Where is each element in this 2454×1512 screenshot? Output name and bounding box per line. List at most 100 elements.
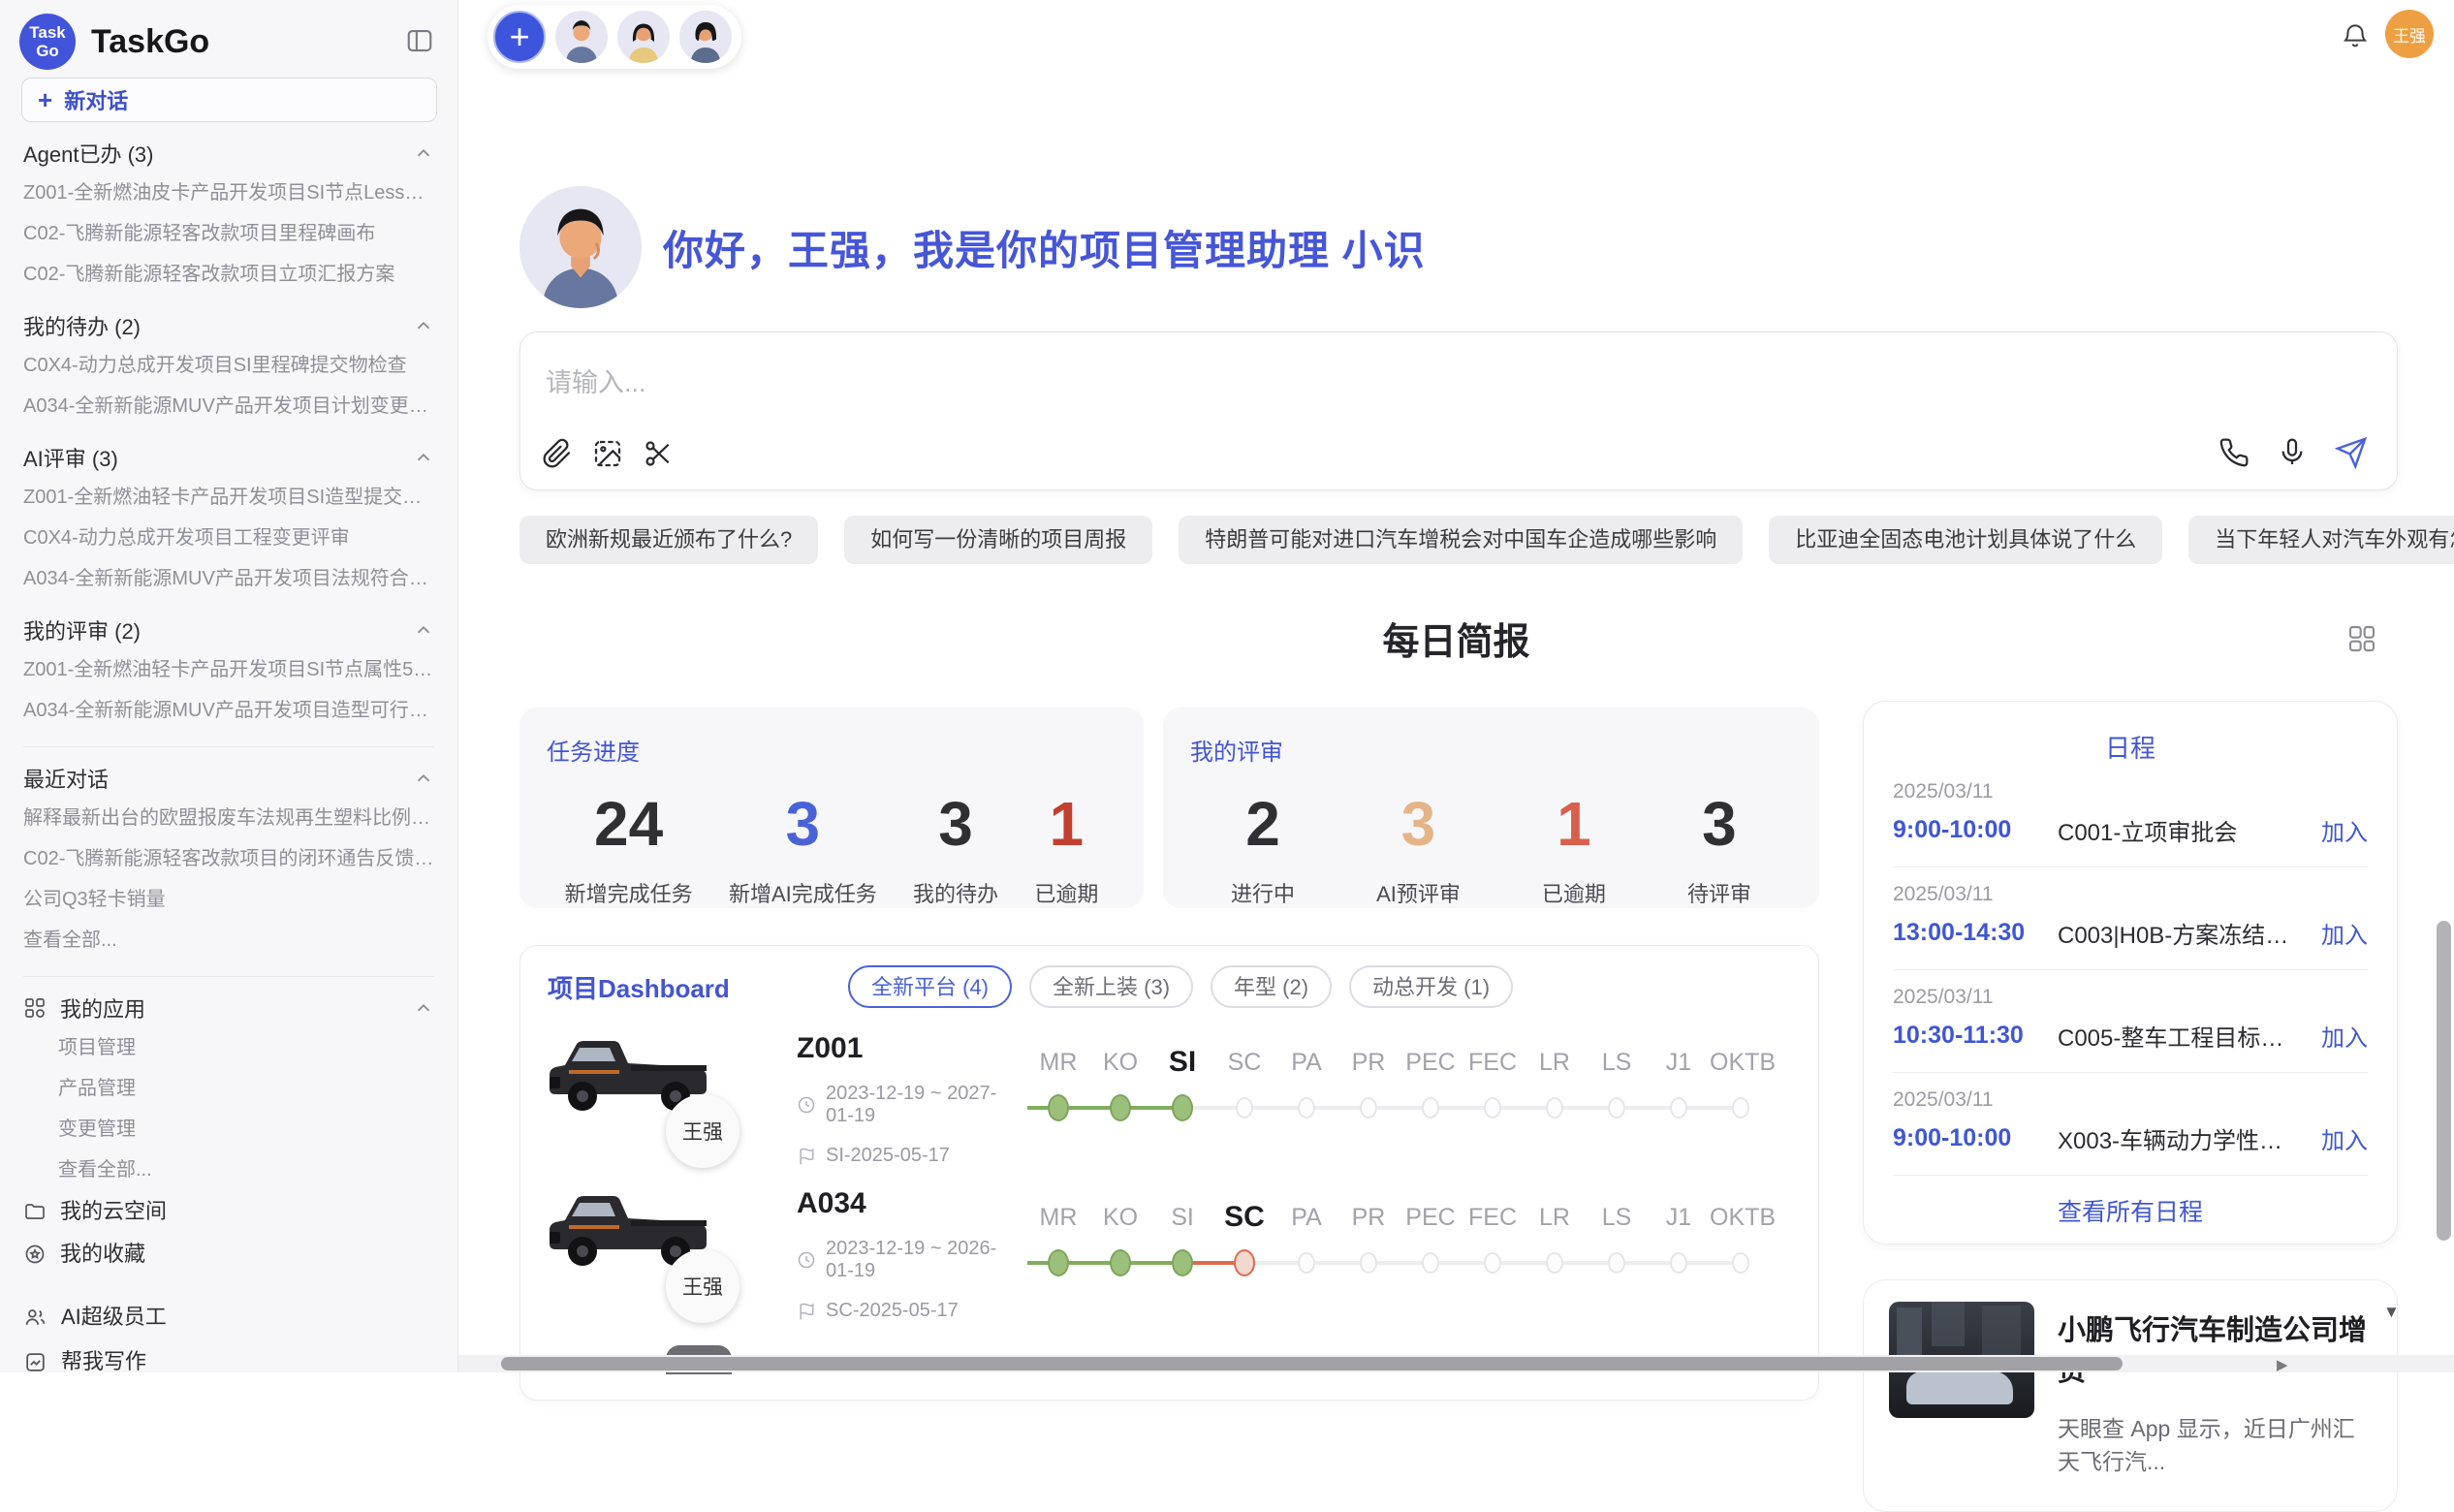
chat-input[interactable]	[544, 367, 1998, 399]
dashboard-tab[interactable]: 年型 (2)	[1211, 965, 1332, 1008]
conversation-item[interactable]: Z001-全新燃油轻卡产品开发项目SI节点属性5D文件评审	[23, 649, 434, 690]
scroll-down-arrow[interactable]: ▼	[2383, 1303, 2400, 1322]
milestone-cell	[1648, 1088, 1710, 1127]
schedule-title: 日程	[1893, 729, 2368, 765]
suggestion-chip[interactable]: 当下年轻人对汽车外观有怎样的喜好趋势	[2188, 516, 2454, 564]
recent-conversation-item[interactable]: 公司Q3轻卡销量	[23, 879, 434, 920]
milestone-label: OKTB	[1710, 1044, 1772, 1081]
dashboard-tab[interactable]: 全新平台 (4)	[848, 965, 1012, 1008]
project-code: A034	[797, 1187, 1020, 1220]
sidebar-section-header[interactable]: 最近对话	[23, 763, 434, 794]
sidebar-section-header[interactable]: AI评审 (3)	[23, 442, 434, 473]
milestone-cell	[1710, 1088, 1772, 1127]
attachment-icon[interactable]	[542, 438, 573, 474]
folder-icon	[23, 1200, 47, 1223]
sidebar-item-help-me-write[interactable]: 帮我写作	[23, 1339, 434, 1372]
sidebar-section-header[interactable]: Agent已办 (3)	[23, 138, 434, 169]
join-link[interactable]: 加入	[2321, 1019, 2368, 1053]
sidebar-section-header-apps[interactable]: 我的应用	[23, 992, 434, 1024]
chevron-up-icon[interactable]	[413, 447, 434, 468]
conversation-item[interactable]: C02-飞腾新能源轻客改款项目立项汇报方案	[23, 254, 434, 295]
scroll-right-arrow[interactable]: ▶	[2277, 1356, 2288, 1373]
conversation-item[interactable]: Z001-全新燃油轻卡产品开发项目SI造型提交物评审	[23, 477, 434, 518]
layout-grid-icon[interactable]	[2346, 623, 2377, 659]
image-upload-icon[interactable]	[592, 438, 623, 474]
recent-conversation-item[interactable]: C02-飞腾新能源轻客改款项目的闭环通告反馈情况	[23, 838, 434, 879]
section-title: AI评审 (3)	[23, 442, 413, 473]
dashboard-tab[interactable]: 全新上装 (3)	[1029, 965, 1193, 1008]
suggestion-chip[interactable]: 比亚迪全固态电池计划具体说了什么	[1769, 516, 2162, 564]
horizontal-scrollbar-thumb[interactable]	[501, 1357, 2123, 1370]
microphone-icon[interactable]	[2277, 437, 2308, 473]
scissors-icon[interactable]	[643, 438, 674, 474]
view-all-schedule-link[interactable]: 查看所有日程	[1893, 1193, 2368, 1228]
milestone-label: LR	[1524, 1199, 1586, 1236]
milestone-label: KO	[1089, 1199, 1151, 1236]
conversation-item[interactable]: A034-全新新能源MUV产品开发项目造型可行性评审	[23, 690, 434, 731]
vertical-scrollbar-thumb[interactable]	[2437, 921, 2451, 1241]
sidebar-collapse-icon	[405, 44, 434, 58]
milestone-cell	[1400, 1244, 1462, 1282]
stat-value: 1	[1542, 788, 1606, 860]
chevron-up-icon[interactable]	[413, 619, 434, 641]
conversation-item[interactable]: A034-全新新能源MUV产品开发项目计划变更表编写	[23, 386, 434, 426]
stat: 1已逾期	[1034, 788, 1098, 908]
chevron-up-icon[interactable]	[413, 997, 434, 1019]
sidebar-section-header[interactable]: 我的待办 (2)	[23, 310, 434, 341]
app-item[interactable]: 查看全部...	[23, 1150, 434, 1190]
notifications-button[interactable]	[2341, 21, 2370, 55]
stat-label: 进行中	[1231, 877, 1295, 908]
phone-call-icon[interactable]	[2218, 437, 2250, 473]
conversation-item[interactable]: C0X4-动力总成开发项目工程变更评审	[23, 518, 434, 558]
milestone-cell	[1337, 1088, 1400, 1127]
task-progress-card: 任务进度 24新增完成任务3新增AI完成任务3我的待办1已逾期	[519, 708, 1144, 908]
conversation-item[interactable]: Z001-全新燃油皮卡产品开发项目SI节点Lesson Learn报告	[23, 173, 434, 213]
agent-avatar-3[interactable]	[679, 11, 732, 63]
send-icon[interactable]	[2335, 436, 2368, 474]
help-me-write-label: 帮我写作	[61, 1339, 146, 1372]
sidebar-item-favorites[interactable]: 我的收藏	[23, 1233, 434, 1276]
sidebar-section-header[interactable]: 我的评审 (2)	[23, 614, 434, 646]
conversation-item[interactable]: A034-全新新能源MUV产品开发项目法规符合性评审	[23, 558, 434, 599]
recent-conversation-item[interactable]: 查看全部...	[23, 920, 434, 961]
suggestion-chip[interactable]: 欧洲新规最近颁布了什么?	[519, 516, 818, 564]
join-link[interactable]: 加入	[2321, 813, 2368, 847]
schedule-date: 2025/03/11	[1893, 883, 2368, 906]
composer	[519, 331, 2398, 490]
agent-avatar-2[interactable]	[617, 11, 670, 63]
milestone-dot	[1172, 1249, 1193, 1276]
agent-avatar-1[interactable]	[555, 11, 608, 63]
schedule-time: 13:00-14:30	[1893, 919, 2058, 947]
suggestion-chip[interactable]: 如何写一份清晰的项目周报	[844, 516, 1152, 564]
conversation-item[interactable]: C02-飞腾新能源轻客改款项目里程碑画布	[23, 213, 434, 254]
project-row[interactable]: 王强A0342023-12-19 ~ 2026-01-19SC-2025-05-…	[520, 1174, 1819, 1329]
sidebar-item-cloud-space[interactable]: 我的云空间	[23, 1190, 434, 1233]
chevron-up-icon[interactable]	[413, 315, 434, 336]
news-card[interactable]: 小鹏飞行汽车制造公司增资 天眼查 App 显示，近日广州汇天飞行汽...	[1863, 1279, 2398, 1512]
join-link[interactable]: 加入	[2321, 1121, 2368, 1155]
app-item[interactable]: 变更管理	[23, 1109, 434, 1150]
main-area: + 王强 你好，王强，我是你的项目管理助理 小识	[458, 0, 2454, 1372]
milestone-cell	[1027, 1244, 1089, 1282]
app-item[interactable]: 产品管理	[23, 1068, 434, 1109]
chevron-up-icon[interactable]	[413, 768, 434, 789]
sidebar-item-ai-super-staff[interactable]: AI超级员工	[23, 1295, 434, 1339]
dashboard-tab[interactable]: 动总开发 (1)	[1349, 965, 1513, 1008]
conversation-item[interactable]: C0X4-动力总成开发项目SI里程碑提交物检查	[23, 345, 434, 386]
chevron-up-icon[interactable]	[413, 142, 434, 164]
sidebar-collapse-button[interactable]	[401, 22, 438, 62]
schedule-row: 10:30-11:30C005-整车工程目标评审加入	[1893, 1019, 2368, 1053]
project-row[interactable]: 王强Z0012023-12-19 ~ 2027-01-19SI-2025-05-…	[520, 1019, 1819, 1174]
project-owner-badge: 王强	[666, 1249, 739, 1323]
milestone-cell	[1275, 1088, 1337, 1127]
stat-value: 2	[1231, 788, 1295, 860]
new-chat-button[interactable]: + 新对话	[21, 78, 437, 122]
join-link[interactable]: 加入	[2321, 916, 2368, 950]
recent-conversation-item[interactable]: 解释最新出台的欧盟报废车法规再生塑料比例被调至15%...	[23, 798, 434, 838]
suggestion-chip[interactable]: 特朗普可能对进口汽车增税会对中国车企造成哪些影响	[1179, 516, 1743, 564]
add-agent-button[interactable]: +	[493, 11, 546, 63]
stat: 3AI预评审	[1376, 788, 1461, 908]
app-item[interactable]: 项目管理	[23, 1027, 434, 1068]
user-avatar[interactable]: 王强	[2385, 10, 2434, 58]
milestone-label: PEC	[1400, 1199, 1462, 1236]
